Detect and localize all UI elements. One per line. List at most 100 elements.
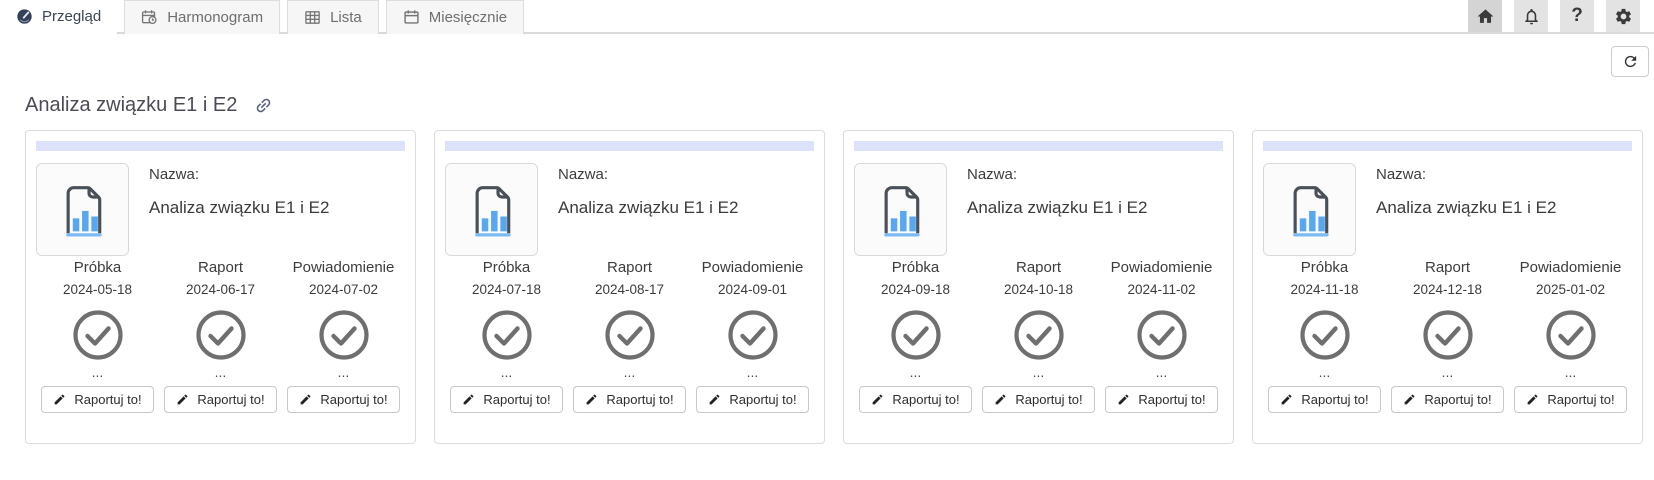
milestone-more: ... xyxy=(1564,364,1577,380)
check-circle-icon xyxy=(1013,309,1065,361)
document-chart-icon xyxy=(1284,180,1336,240)
report-button-label: Raportuj to! xyxy=(483,392,551,407)
analysis-name: Analiza związku E1 i E2 xyxy=(558,198,739,217)
check-circle-icon xyxy=(604,309,656,361)
milestone-label: Powiadomienie xyxy=(1519,259,1622,276)
milestone-more: ... xyxy=(337,364,350,380)
report-button-label: Raportuj to! xyxy=(320,392,388,407)
milestone-label: Raport xyxy=(1015,259,1062,276)
milestone-date: 2024-12-18 xyxy=(1412,282,1483,297)
help-icon: ? xyxy=(1571,5,1583,26)
home-button[interactable] xyxy=(1468,0,1502,32)
settings-button[interactable] xyxy=(1606,0,1640,32)
progress-bar xyxy=(1263,141,1632,151)
report-button-label: Raportuj to! xyxy=(1547,392,1615,407)
bell-icon xyxy=(1522,7,1541,26)
milestone-more: ... xyxy=(746,364,759,380)
check-circle-icon xyxy=(318,309,370,361)
link-icon[interactable] xyxy=(250,92,277,119)
milestone-date: 2024-07-18 xyxy=(471,282,542,297)
title-row: Analiza związku E1 i E2 xyxy=(0,94,1654,117)
report-button-label: Raportuj to! xyxy=(1015,392,1083,407)
gauge-icon xyxy=(16,8,33,25)
card-text: Nazwa: Analiza związku E1 i E2 xyxy=(149,163,329,256)
milestones-row: Próbka 2024-09-18 ... Raportuj to! Rapor… xyxy=(854,259,1223,413)
report-button[interactable]: Raportuj to! xyxy=(450,386,563,413)
tab-miesiecznie[interactable]: Miesięcznie xyxy=(385,0,525,34)
pencil-icon xyxy=(708,393,721,406)
document-chart-icon xyxy=(875,180,927,240)
report-button[interactable]: Raportuj to! xyxy=(287,386,400,413)
table-icon xyxy=(304,9,321,26)
milestone-probka: Próbka 2024-07-18 ... Raportuj to! xyxy=(445,259,568,413)
help-button[interactable]: ? xyxy=(1560,0,1594,32)
tab-label: Harmonogram xyxy=(167,9,264,26)
tab-label: Przegląd xyxy=(42,7,102,25)
gear-icon xyxy=(1614,7,1633,26)
report-button[interactable]: Raportuj to! xyxy=(1105,386,1218,413)
report-button[interactable]: Raportuj to! xyxy=(1514,386,1627,413)
milestones-row: Próbka 2024-11-18 ... Raportuj to! Rapor… xyxy=(1263,259,1632,413)
milestone-label: Raport xyxy=(197,259,244,276)
milestone-label: Próbka xyxy=(891,259,940,276)
report-button-label: Raportuj to! xyxy=(74,392,142,407)
tab-label: Miesięcznie xyxy=(428,9,508,26)
name-label: Nazwa: xyxy=(149,166,200,183)
report-button[interactable]: Raportuj to! xyxy=(41,386,154,413)
tab-lista[interactable]: Lista xyxy=(287,0,379,34)
milestone-raport: Raport 2024-08-17 ... Raportuj to! xyxy=(568,259,691,413)
milestone-date: 2024-08-17 xyxy=(594,282,665,297)
report-button[interactable]: Raportuj to! xyxy=(859,386,972,413)
analysis-card: Nazwa: Analiza związku E1 i E2 Próbka 20… xyxy=(25,130,416,444)
toolbar-row xyxy=(0,34,1654,77)
document-thumbnail xyxy=(36,163,129,256)
milestone-date: 2024-09-01 xyxy=(717,282,788,297)
tab-label: Lista xyxy=(330,9,362,26)
milestone-probka: Próbka 2024-05-18 ... Raportuj to! xyxy=(36,259,159,413)
milestones-row: Próbka 2024-05-18 ... Raportuj to! Rapor… xyxy=(36,259,405,413)
report-button[interactable]: Raportuj to! xyxy=(164,386,277,413)
milestone-more: ... xyxy=(214,364,227,380)
page-title: Analiza związku E1 i E2 xyxy=(25,94,238,116)
pencil-icon xyxy=(1280,393,1293,406)
milestone-powiadomienie: Powiadomienie 2024-11-02 ... Raportuj to… xyxy=(1100,259,1223,413)
milestone-more: ... xyxy=(1032,364,1045,380)
pencil-icon xyxy=(462,393,475,406)
analysis-name: Analiza związku E1 i E2 xyxy=(967,198,1148,217)
name-label: Nazwa: xyxy=(558,166,609,183)
milestone-more: ... xyxy=(1318,364,1331,380)
milestone-date: 2024-11-02 xyxy=(1127,282,1196,297)
pencil-icon xyxy=(176,393,189,406)
milestone-probka: Próbka 2024-11-18 ... Raportuj to! xyxy=(1263,259,1386,413)
report-button[interactable]: Raportuj to! xyxy=(573,386,686,413)
milestone-more: ... xyxy=(909,364,922,380)
milestone-label: Próbka xyxy=(1300,259,1349,276)
report-button-label: Raportuj to! xyxy=(606,392,674,407)
pencil-icon xyxy=(1403,393,1416,406)
document-thumbnail xyxy=(854,163,947,256)
milestone-date: 2024-11-18 xyxy=(1290,282,1359,297)
milestone-date: 2024-09-18 xyxy=(880,282,951,297)
tab-przeglad[interactable]: Przegląd xyxy=(0,0,118,34)
calendar-clock-icon xyxy=(141,9,158,26)
pencil-icon xyxy=(871,393,884,406)
header-actions: ? xyxy=(1456,0,1640,32)
report-button[interactable]: Raportuj to! xyxy=(696,386,809,413)
notifications-button[interactable] xyxy=(1514,0,1548,32)
refresh-button[interactable] xyxy=(1611,46,1649,77)
card-text: Nazwa: Analiza związku E1 i E2 xyxy=(558,163,738,256)
tab-harmonogram[interactable]: Harmonogram xyxy=(124,0,281,34)
report-button[interactable]: Raportuj to! xyxy=(1268,386,1381,413)
milestone-raport: Raport 2024-10-18 ... Raportuj to! xyxy=(977,259,1100,413)
pencil-icon xyxy=(299,393,312,406)
milestone-more: ... xyxy=(500,364,513,380)
report-button[interactable]: Raportuj to! xyxy=(1391,386,1504,413)
analysis-card: Nazwa: Analiza związku E1 i E2 Próbka 20… xyxy=(843,130,1234,444)
document-thumbnail xyxy=(445,163,538,256)
document-chart-icon xyxy=(466,180,518,240)
progress-bar xyxy=(445,141,814,151)
check-circle-icon xyxy=(1299,309,1351,361)
milestone-date: 2024-07-02 xyxy=(308,282,379,297)
report-button[interactable]: Raportuj to! xyxy=(982,386,1095,413)
check-circle-icon xyxy=(1422,309,1474,361)
